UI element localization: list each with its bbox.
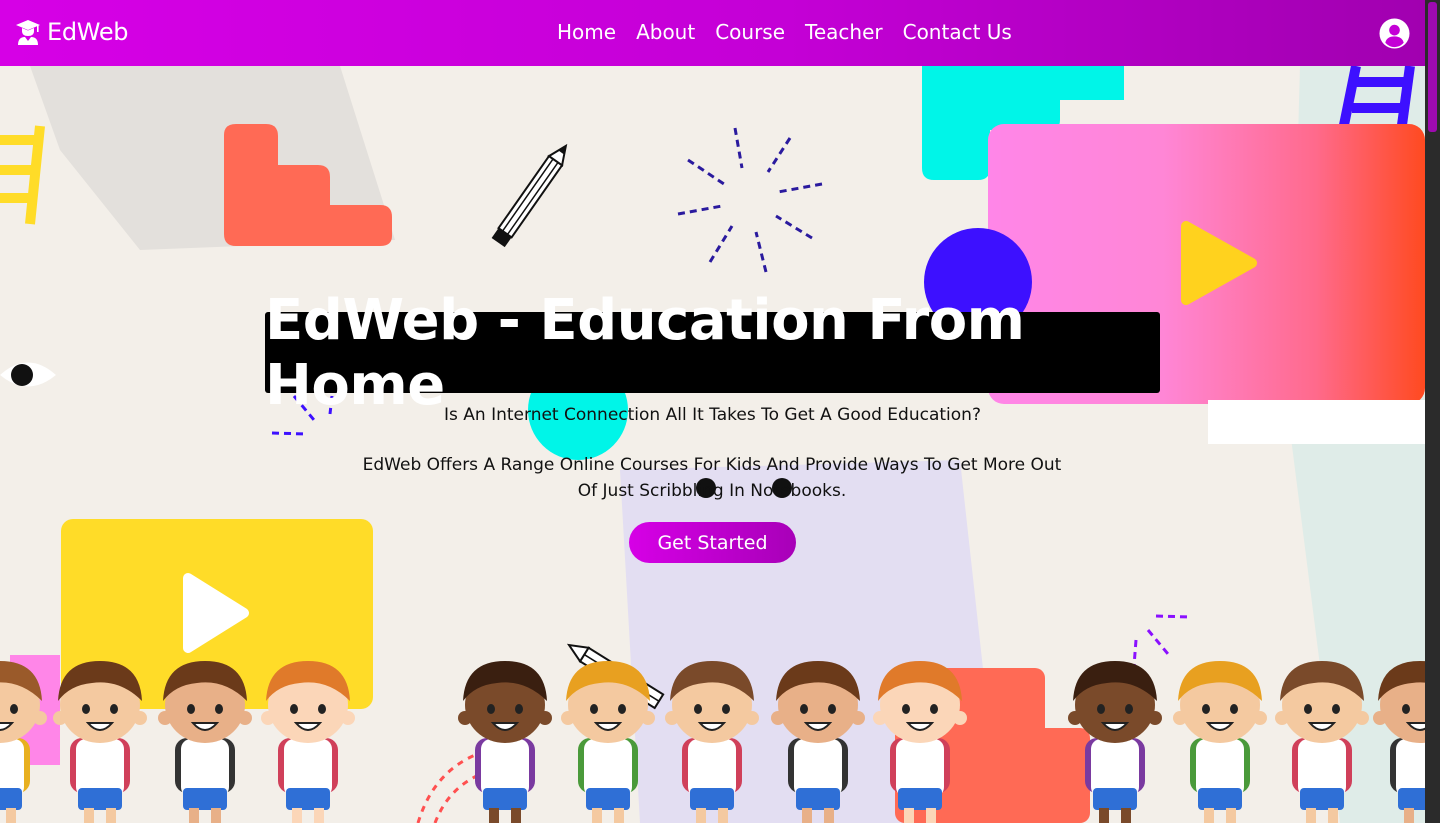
kid-figure [771, 661, 865, 823]
brand-logo[interactable]: EdWeb [16, 18, 129, 46]
kid-figure [1275, 661, 1369, 823]
kid-figure [665, 661, 759, 823]
nav-teacher[interactable]: Teacher [795, 20, 893, 44]
top-navbar: EdWeb Home About Course Teacher Contact … [0, 0, 1425, 66]
kid-figure [1373, 661, 1425, 823]
kid-figure [873, 661, 967, 823]
graduate-icon [16, 20, 40, 45]
nav-course[interactable]: Course [705, 20, 795, 44]
kid-figure [0, 661, 47, 823]
kid-figure [1068, 661, 1162, 823]
kids-illustration [0, 661, 1425, 823]
kid-figure [1173, 661, 1267, 823]
kid-figure [53, 661, 147, 823]
get-started-button[interactable]: Get Started [629, 522, 796, 563]
kid-figure [158, 661, 252, 823]
brand-name: EdWeb [47, 18, 129, 46]
nav-contact-us[interactable]: Contact Us [893, 20, 1022, 44]
nav-home[interactable]: Home [547, 20, 626, 44]
kid-figure [561, 661, 655, 823]
scrollbar-thumb[interactable] [1428, 2, 1437, 132]
nav-about[interactable]: About [626, 20, 705, 44]
hero-description: EdWeb Offers A Range Online Courses For … [362, 455, 1062, 501]
kid-figure [261, 661, 355, 823]
kid-figure [458, 661, 552, 823]
hero-title: EdWeb - Education From Home [265, 288, 1160, 418]
main-nav: Home About Course Teacher Contact Us [547, 20, 1022, 44]
page: EdWeb - Education From Home Is An Intern… [0, 0, 1425, 823]
hero-subtitle: Is An Internet Connection All It Takes T… [444, 405, 981, 425]
user-circle-icon[interactable] [1379, 18, 1410, 49]
